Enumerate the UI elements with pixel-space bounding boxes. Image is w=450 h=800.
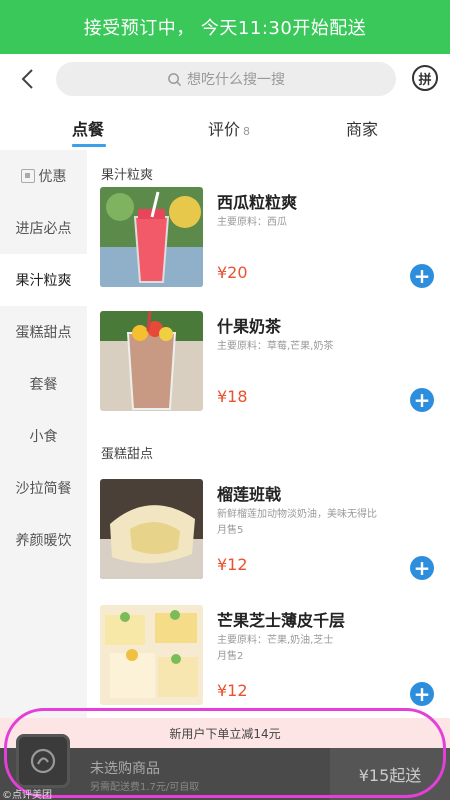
sidebar-item-combo[interactable]: 套餐 [0, 358, 87, 410]
menu-item[interactable]: 芒果芝士薄皮千层 主要原料：芒果,奶油,芝士 月售2 ¥12 + [100, 605, 450, 720]
item-price: ¥18 [217, 387, 248, 406]
item-name: 榴莲班戟 [217, 485, 282, 504]
sidebar-item-snacks[interactable]: 小食 [0, 410, 87, 462]
search-placeholder: 想吃什么搜一搜 [187, 72, 285, 88]
menu-list: 果汁粒爽 西瓜粒粒爽 主要原料：西瓜 ¥20 + 什果奶茶 主要原料：草莓,芒果… [87, 150, 450, 720]
plus-icon: + [413, 264, 431, 288]
item-name: 芒果芝士薄皮千层 [217, 611, 346, 630]
item-sales: 月售5 [217, 525, 244, 536]
sidebar-item-promo[interactable]: 优惠 [0, 150, 87, 202]
back-button[interactable] [14, 64, 44, 94]
shopping-bag-icon [30, 748, 56, 774]
tab-merchant[interactable]: 商家 [346, 116, 378, 140]
item-description: 主要原料：芒果,奶油,芝士 [217, 635, 334, 646]
cart-button[interactable] [16, 734, 70, 788]
sidebar-item-label: 小食 [29, 429, 58, 445]
sidebar-item-label: 养颜暖饮 [15, 533, 72, 549]
item-description: 主要原料：西瓜 [217, 217, 287, 228]
tab-reviews[interactable]: 评价 8 [208, 116, 250, 140]
item-description: 主要原料：草莓,芒果,奶茶 [217, 341, 334, 352]
menu-item[interactable]: 榴莲班戟 新鲜榴莲加动物淡奶油，美味无得比 月售5 ¥12 + [100, 479, 450, 594]
tab-merchant-label: 商家 [346, 120, 379, 139]
min-order-label: ¥15起送 [358, 766, 422, 785]
item-name: 西瓜粒粒爽 [217, 193, 298, 212]
add-to-cart-button[interactable]: + [410, 388, 434, 412]
product-image [100, 479, 203, 579]
delivery-fee-text: 另需配送费1.7元/可自取 [90, 782, 200, 793]
item-price: ¥12 [217, 681, 248, 700]
tab-reviews-count: 8 [243, 125, 251, 138]
delivery-status-banner: 接受预订中， 今天11:30开始配送 [0, 0, 450, 54]
sidebar-item-label: 优惠 [38, 169, 67, 185]
cart-empty-text: 未选购商品 [90, 761, 160, 777]
menu-item[interactable]: 什果奶茶 主要原料：草莓,芒果,奶茶 ¥18 + [100, 311, 450, 426]
plus-icon: + [413, 388, 431, 412]
group-order-button[interactable]: 拼 [412, 65, 438, 91]
plus-icon: + [413, 556, 431, 580]
sidebar-item-salad[interactable]: 沙拉简餐 [0, 462, 87, 514]
plus-icon: + [413, 682, 431, 706]
product-image [100, 605, 203, 705]
item-price: ¥20 [217, 263, 248, 282]
section-title: 蛋糕甜点 [101, 447, 154, 462]
cart-bar: 未选购商品 另需配送费1.7元/可自取 ¥15起送 [0, 734, 450, 800]
tab-order[interactable]: 点餐 [72, 116, 104, 140]
tab-reviews-label: 评价 [208, 120, 241, 139]
top-bar: 想吃什么搜一搜 拼 [0, 54, 450, 104]
item-price: ¥12 [217, 555, 248, 574]
min-order-button[interactable]: ¥15起送 [330, 748, 450, 800]
sidebar-item-juice[interactable]: 果汁粒爽 [0, 254, 87, 306]
category-sidebar: 优惠 进店必点 果汁粒爽 蛋糕甜点 套餐 小食 沙拉简餐 养颜暖饮 [0, 150, 87, 720]
section-title: 果汁粒爽 [101, 168, 154, 183]
product-image [100, 187, 203, 287]
menu-item[interactable]: 西瓜粒粒爽 主要原料：西瓜 ¥20 + [100, 187, 450, 302]
add-to-cart-button[interactable]: + [410, 682, 434, 706]
add-to-cart-button[interactable]: + [410, 264, 434, 288]
item-sales: 月售2 [217, 651, 244, 662]
watermark: ©点评美团 [2, 790, 52, 800]
sidebar-item-label: 进店必点 [15, 221, 72, 237]
item-name: 什果奶茶 [217, 317, 282, 336]
coupon-icon [20, 169, 35, 183]
item-description: 新鲜榴莲加动物淡奶油，美味无得比 [217, 509, 377, 520]
sidebar-item-cake[interactable]: 蛋糕甜点 [0, 306, 87, 358]
group-order-label: 拼 [418, 72, 432, 88]
search-input[interactable]: 想吃什么搜一搜 [56, 62, 396, 96]
sidebar-item-warm-drinks[interactable]: 养颜暖饮 [0, 514, 87, 566]
sidebar-item-label: 套餐 [29, 377, 58, 393]
chevron-left-icon [21, 69, 33, 89]
sidebar-item-label: 沙拉简餐 [15, 481, 72, 497]
tab-order-label: 点餐 [72, 120, 105, 139]
tab-active-indicator [72, 144, 106, 147]
sidebar-item-must-order[interactable]: 进店必点 [0, 202, 87, 254]
sidebar-item-label: 蛋糕甜点 [15, 325, 72, 341]
product-image [100, 311, 203, 411]
search-icon [168, 72, 182, 86]
tab-bar: 点餐 评价 8 商家 [0, 104, 450, 254]
add-to-cart-button[interactable]: + [410, 556, 434, 580]
sidebar-item-label: 果汁粒爽 [15, 273, 72, 289]
